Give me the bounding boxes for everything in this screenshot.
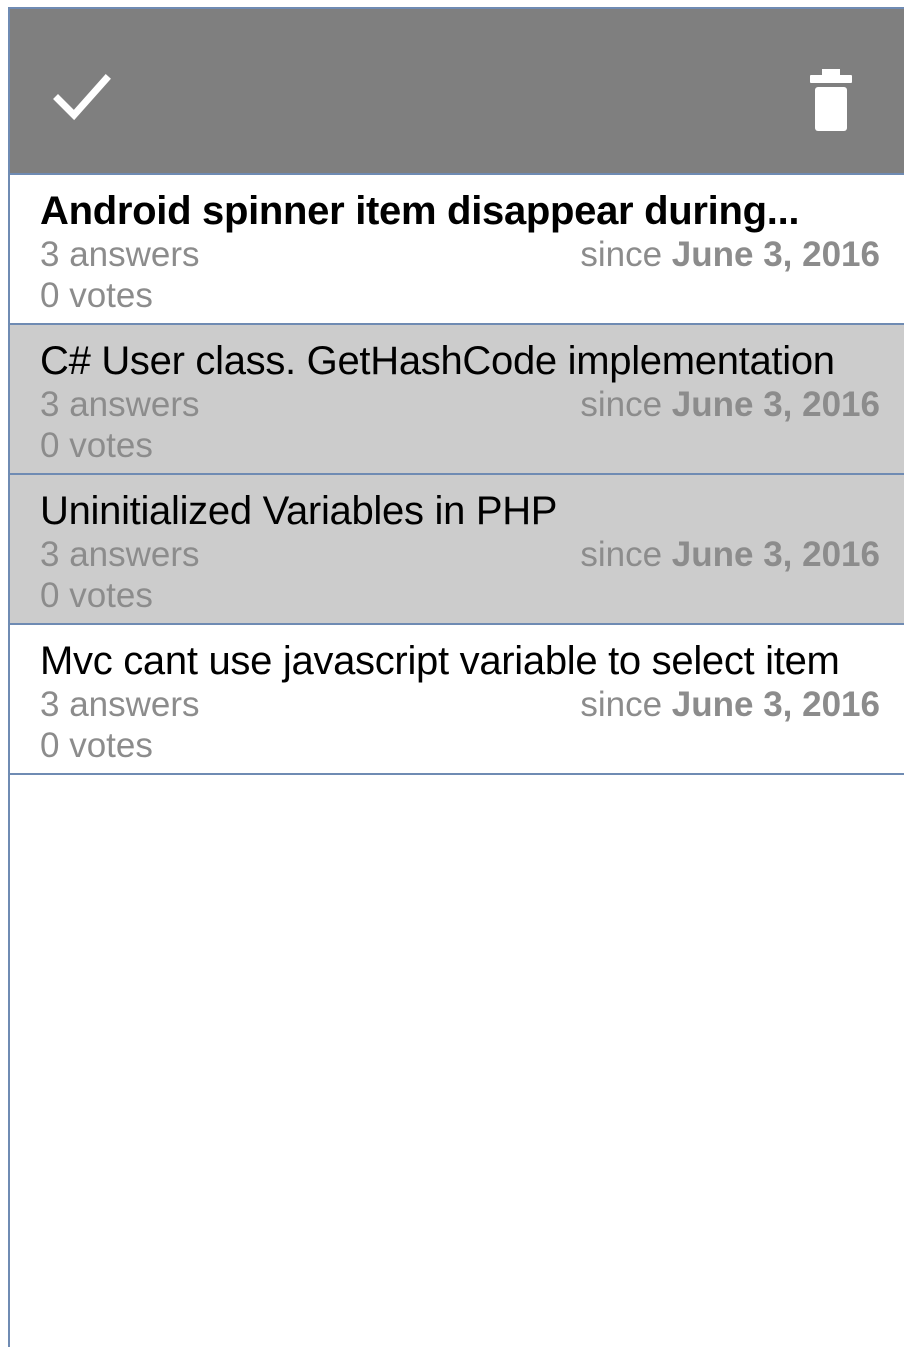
question-title: Mvc cant use javascript variable to sele… (40, 639, 840, 683)
since-prefix: since (580, 385, 663, 424)
question-date: June 3, 2016 (671, 535, 880, 574)
votes-count: 0 votes (40, 726, 153, 765)
action-toolbar (10, 9, 904, 175)
answers-count: 3 answers (40, 535, 200, 574)
question-row[interactable]: C# User class. GetHashCode implementatio… (10, 325, 904, 475)
since-date: since June 3, 2016 (580, 535, 880, 575)
question-title: Uninitialized Variables in PHP (40, 489, 558, 533)
answers-count: 3 answers (40, 685, 200, 724)
votes-count: 0 votes (40, 576, 153, 615)
since-prefix: since (580, 235, 663, 274)
votes-count: 0 votes (40, 276, 153, 315)
question-row[interactable]: Mvc cant use javascript variable to sele… (10, 625, 904, 775)
since-prefix: since (580, 535, 663, 574)
question-list: Android spinner item disappear during...… (10, 175, 904, 775)
app-frame: Android spinner item disappear during...… (8, 7, 904, 1347)
question-title: C# User class. GetHashCode implementatio… (40, 339, 835, 383)
votes-count: 0 votes (40, 426, 153, 465)
since-date: since June 3, 2016 (580, 235, 880, 275)
answers-count: 3 answers (40, 385, 200, 424)
question-date: June 3, 2016 (671, 235, 880, 274)
since-date: since June 3, 2016 (580, 385, 880, 425)
trash-icon (810, 69, 852, 131)
question-title: Android spinner item disappear during... (40, 189, 800, 233)
since-date: since June 3, 2016 (580, 685, 880, 725)
since-prefix: since (580, 685, 663, 724)
delete-button[interactable] (800, 65, 862, 135)
answers-count: 3 answers (40, 235, 200, 274)
question-row[interactable]: Android spinner item disappear during...… (10, 175, 904, 325)
checkmark-icon (53, 74, 111, 121)
question-row[interactable]: Uninitialized Variables in PHP 3 answers… (10, 475, 904, 625)
question-date: June 3, 2016 (671, 385, 880, 424)
confirm-button[interactable] (50, 69, 114, 125)
question-date: June 3, 2016 (671, 685, 880, 724)
